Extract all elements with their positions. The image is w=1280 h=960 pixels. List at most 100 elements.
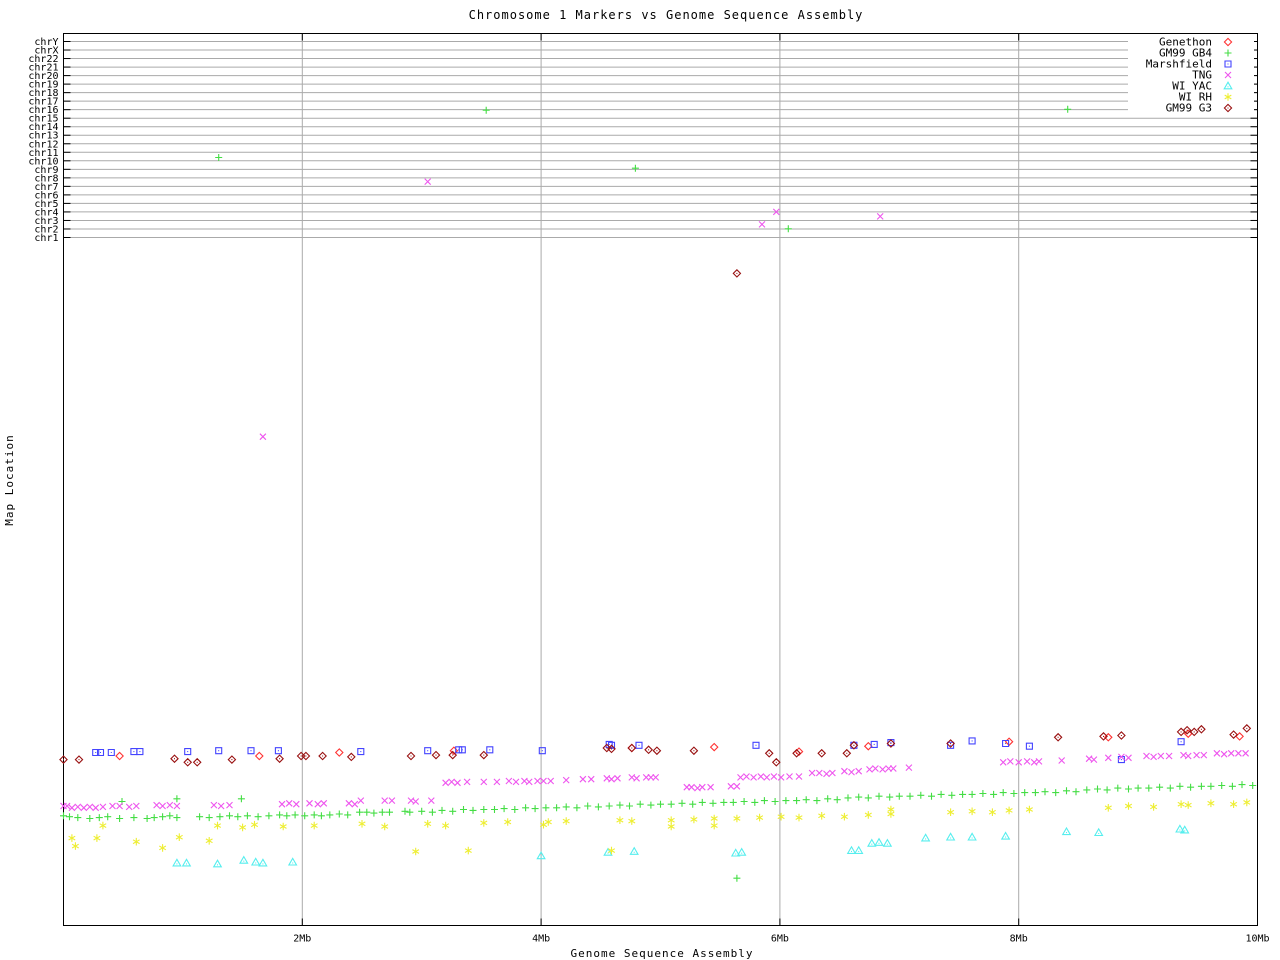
data-point [283, 812, 291, 820]
data-point [841, 767, 848, 775]
data-point [358, 819, 366, 828]
data-point [213, 821, 222, 830]
data-point [605, 802, 613, 810]
data-point [511, 806, 519, 813]
data-point [275, 754, 284, 764]
data-point [132, 837, 140, 846]
legend-label: GM99 G3 [1166, 102, 1212, 115]
data-point [636, 800, 644, 808]
data-point [136, 748, 144, 756]
data-point [431, 750, 441, 760]
chart-title: Chromosome 1 Markers vs Genome Sequence … [469, 8, 864, 22]
data-point [239, 823, 247, 832]
data-point [500, 805, 508, 813]
data-point [553, 804, 561, 812]
data-point [493, 778, 501, 786]
data-point [795, 813, 803, 822]
data-point [757, 773, 765, 780]
data-point [667, 816, 675, 825]
data-point [1184, 801, 1192, 809]
data-point [250, 857, 261, 866]
data-point [968, 790, 976, 798]
data-point [107, 748, 115, 757]
data-point [829, 769, 836, 777]
data-point [988, 808, 996, 817]
data-point [74, 803, 82, 811]
data-point [314, 800, 322, 808]
data-point [990, 790, 998, 798]
data-point [1041, 788, 1049, 796]
data-point [817, 748, 827, 758]
data-point [1072, 788, 1080, 796]
data-point [104, 813, 112, 821]
data-point [1104, 803, 1112, 812]
data-point [406, 808, 414, 816]
data-point [226, 812, 233, 820]
data-point [265, 812, 273, 820]
data-point [1124, 802, 1133, 810]
data-point [132, 802, 140, 810]
data-point [1243, 798, 1251, 807]
data-point [579, 775, 587, 783]
data-point [534, 777, 541, 785]
data-point [386, 808, 393, 816]
data-point [1184, 752, 1192, 760]
x-tick-label-4Mb: 4Mb [532, 934, 550, 945]
data-point [1176, 782, 1184, 790]
data-point [833, 796, 841, 804]
data-point [647, 801, 655, 809]
data-point [381, 797, 389, 804]
data-point [793, 797, 801, 805]
data-point [212, 859, 223, 868]
data-point [357, 748, 365, 756]
data-point [644, 745, 653, 755]
data-point [1090, 756, 1098, 763]
data-point [737, 774, 744, 781]
data-point [438, 806, 446, 814]
x-tick-label-10Mb: 10Mb [1245, 934, 1269, 945]
data-point [1134, 784, 1142, 792]
data-point [688, 783, 695, 791]
data-points [59, 105, 1257, 882]
data-point [1093, 827, 1104, 837]
data-point [381, 822, 389, 831]
data-point [346, 752, 356, 762]
data-point [254, 751, 264, 761]
data-point [1143, 752, 1150, 760]
data-point [344, 811, 352, 819]
data-point [480, 778, 488, 786]
data-point [418, 807, 426, 815]
data-point [71, 842, 79, 850]
data-point [1200, 751, 1208, 759]
data-point [153, 801, 160, 809]
data-point [1238, 781, 1246, 789]
data-point [442, 821, 450, 830]
data-point [1064, 105, 1072, 113]
data-point [628, 817, 636, 825]
data-point [296, 751, 306, 761]
data-point [424, 747, 432, 755]
data-point [357, 797, 365, 804]
data-point [733, 814, 741, 823]
data-point [652, 774, 660, 781]
data-point [562, 803, 570, 811]
data-point [614, 774, 621, 782]
data-point [587, 775, 595, 783]
data-point [594, 803, 602, 811]
data-point [1103, 786, 1111, 794]
data-point [1242, 749, 1249, 757]
data-point [1025, 805, 1033, 814]
data-point [917, 791, 925, 799]
data-point [512, 778, 520, 786]
data-point [853, 845, 864, 854]
data-point [250, 820, 259, 829]
data-point [239, 855, 249, 864]
data-point [480, 819, 488, 827]
data-point [424, 819, 432, 828]
data-point [751, 798, 759, 806]
legend: GenethonGM99 GB4MarshfieldTNGWI YACWI RH… [1128, 34, 1254, 115]
data-point [698, 798, 706, 806]
data-point [1207, 782, 1215, 790]
data-point [689, 746, 699, 756]
data-point [1125, 785, 1132, 793]
